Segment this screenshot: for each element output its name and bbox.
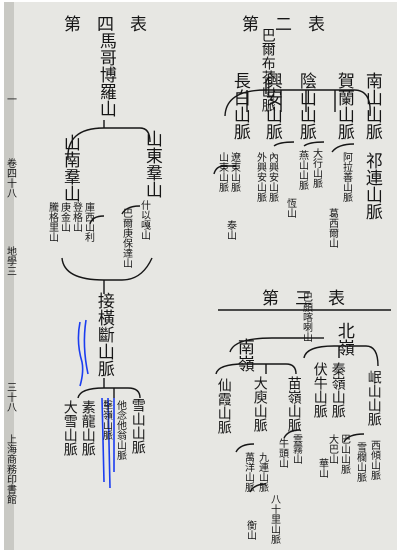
- table3-sub: 牛頭山: [276, 438, 288, 468]
- table4-south-sub: 登格山: [70, 202, 82, 232]
- table4-east-range: 山東羣山: [141, 130, 162, 198]
- table2-sub: 阿拉善山脈: [340, 152, 352, 202]
- table4-south-sub: 庫西山利: [82, 202, 94, 242]
- table4-south-range: 山南羣山: [59, 134, 80, 202]
- table3-top-range: 巴顏喀喇山: [300, 292, 312, 342]
- table4-junction: 接橫斷山脈: [93, 292, 114, 377]
- table2-sub: 大行山脈: [310, 148, 322, 188]
- scan-area: 一 卷四十八 地學三 三十八 上海商務印書館 第四表 馬哥博羅山 山東羣山 山南…: [4, 2, 397, 550]
- table3-north: 北嶺: [333, 322, 354, 356]
- table2-range: 陰山山脈: [295, 72, 316, 140]
- table3-sub: 八十里山脈: [268, 494, 280, 544]
- table4-bottom-range: 擊嶺山脈: [100, 400, 112, 440]
- table3-sub: 西傾山脈: [368, 440, 380, 480]
- table4-east-sub: 巴爾庚保達山: [120, 208, 132, 268]
- table3-range: 苗嶺山脈: [285, 376, 302, 432]
- table3-south: 南嶺: [233, 338, 254, 372]
- margin-text: 一: [4, 94, 16, 104]
- table2-sub: 內興安山脈: [266, 152, 278, 202]
- margin-text: 地學三: [4, 246, 16, 276]
- table2-range: 長白山脈: [229, 72, 250, 140]
- table2-range: 南山山脈: [361, 72, 382, 140]
- table3-range: 大庾山脈: [251, 376, 268, 432]
- table3-range: 伏牛山脈: [311, 362, 328, 418]
- table2-sub: 燕山山脈: [296, 150, 308, 190]
- table3-sub: 巴山山脈: [338, 434, 350, 474]
- table3-range: 仙霞山脈: [215, 378, 232, 434]
- table3-sub: 萬洋山脈: [242, 452, 254, 492]
- table3-range: 岷山山脈: [365, 370, 382, 426]
- table4-bottom-range: 素龍山脈: [79, 400, 96, 456]
- table3-sub: 衡山: [244, 520, 256, 540]
- table3-sub: 九連山脈: [256, 452, 268, 492]
- table4-top-range: 馬哥博羅山: [95, 32, 116, 117]
- table3-range: 秦嶺山脈: [329, 362, 346, 418]
- table4-south-sub: 庚金山: [58, 202, 70, 232]
- margin-text: 三十八: [4, 382, 16, 412]
- table2-sub: 山東山脈: [216, 152, 228, 192]
- scanned-page: 一 卷四十八 地學三 三十八 上海商務印書館 第四表 馬哥博羅山 山東羣山 山南…: [0, 0, 404, 555]
- table4-south-sub: 騰格里山: [46, 202, 58, 242]
- table2-sub: 葛西爾山: [326, 208, 338, 248]
- table2-sub: 外興安山脈: [254, 152, 266, 202]
- margin-text: 卷四十八: [4, 158, 16, 198]
- table4-bottom-range: 雪山山脈: [129, 398, 146, 454]
- table4-east-sub: 什以嘎山: [138, 200, 150, 240]
- table3-sub: 華山: [316, 458, 328, 478]
- table3-sub: 雲霧山: [290, 434, 302, 464]
- table2-sub: 泰山: [224, 220, 236, 240]
- table2-header: 第二表: [242, 15, 341, 35]
- table4-bottom-range: 他念他翁山脈: [114, 400, 126, 460]
- table2-sub: 遼東山脈: [228, 152, 240, 192]
- table2-range: 賀蘭山脈: [333, 72, 354, 140]
- table3-sub: 雪欄山脈: [354, 442, 366, 482]
- table2-range: 興安山脈: [261, 72, 282, 140]
- table2-sub: 恆山: [284, 198, 296, 218]
- table2-range: 祁連山脈: [361, 152, 382, 220]
- table4-bottom-range: 大雪山脈: [61, 400, 78, 456]
- margin-text: 上海商務印書館: [4, 434, 16, 504]
